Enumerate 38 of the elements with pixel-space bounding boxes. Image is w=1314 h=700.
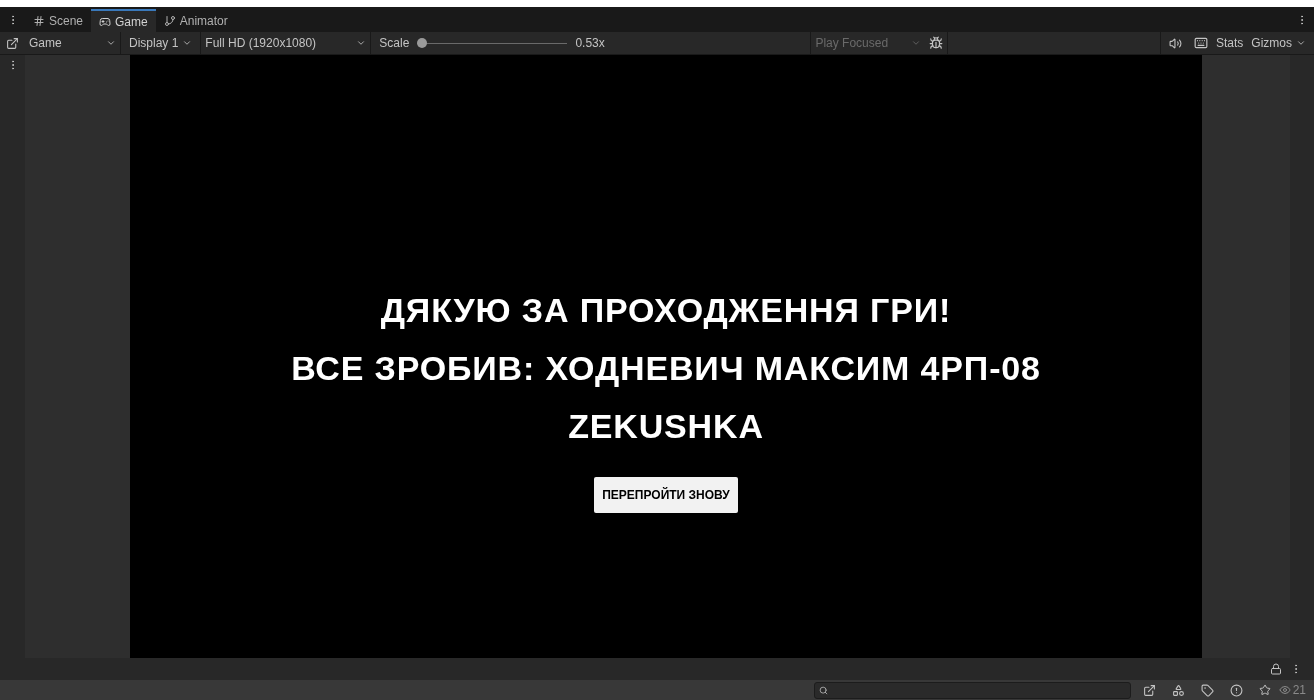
search-icon — [818, 685, 828, 695]
gamepad-icon — [99, 15, 112, 28]
caret-icon — [182, 38, 193, 48]
warning-icon[interactable] — [1229, 683, 1243, 697]
scale-slider[interactable] — [417, 38, 568, 48]
shapes-icon[interactable] — [1171, 683, 1185, 697]
tab[interactable]: Game — [91, 9, 156, 32]
scale-label: Scale — [378, 35, 411, 52]
tab[interactable]: Scene — [25, 9, 92, 32]
tag-icon[interactable] — [1200, 683, 1214, 697]
game-text: ДЯКУЮ ЗА ПРОХОДЖЕННЯ ГРИ! — [380, 289, 952, 331]
caret-icon — [356, 38, 367, 48]
bug-icon[interactable] — [929, 36, 944, 50]
stats-button[interactable]: Stats — [1211, 34, 1248, 52]
maximize-icon[interactable] — [6, 36, 19, 50]
caret-icon — [1296, 38, 1306, 48]
lock-icon[interactable] — [1270, 663, 1282, 675]
speaker-icon[interactable] — [1168, 36, 1182, 50]
view-dropdown[interactable]: Game — [25, 32, 121, 54]
visible-count: 21 — [1292, 682, 1306, 699]
star-icon[interactable] — [1258, 684, 1271, 696]
search-field[interactable] — [813, 681, 1131, 699]
scale-reading: 0.53x — [574, 35, 606, 52]
game-text: ZEKUSHKA — [568, 405, 764, 447]
branch-icon — [163, 14, 176, 27]
keyboard-icon[interactable] — [1193, 36, 1208, 50]
play-mode-dropdown: Play Focused — [810, 32, 926, 54]
gizmos-button[interactable]: Gizmos — [1247, 34, 1314, 52]
restart-button[interactable]: ПЕРЕПРОЙТИ ЗНОВУ — [594, 476, 738, 513]
display-dropdown[interactable]: Display 1 — [121, 32, 202, 54]
resolution-dropdown[interactable]: Full HD (1920x1080) — [201, 32, 372, 54]
tab[interactable]: Animator — [155, 9, 236, 32]
caret-icon — [106, 38, 116, 48]
maximize-icon[interactable] — [1142, 683, 1156, 697]
eye-icon[interactable] — [1278, 684, 1291, 696]
grid-icon — [33, 14, 45, 27]
game-text: ВСЕ ЗРОБИВ: ХОДНЕВИЧ МАКСИМ 4РП-08 — [291, 347, 1041, 389]
caret-icon — [911, 38, 922, 48]
